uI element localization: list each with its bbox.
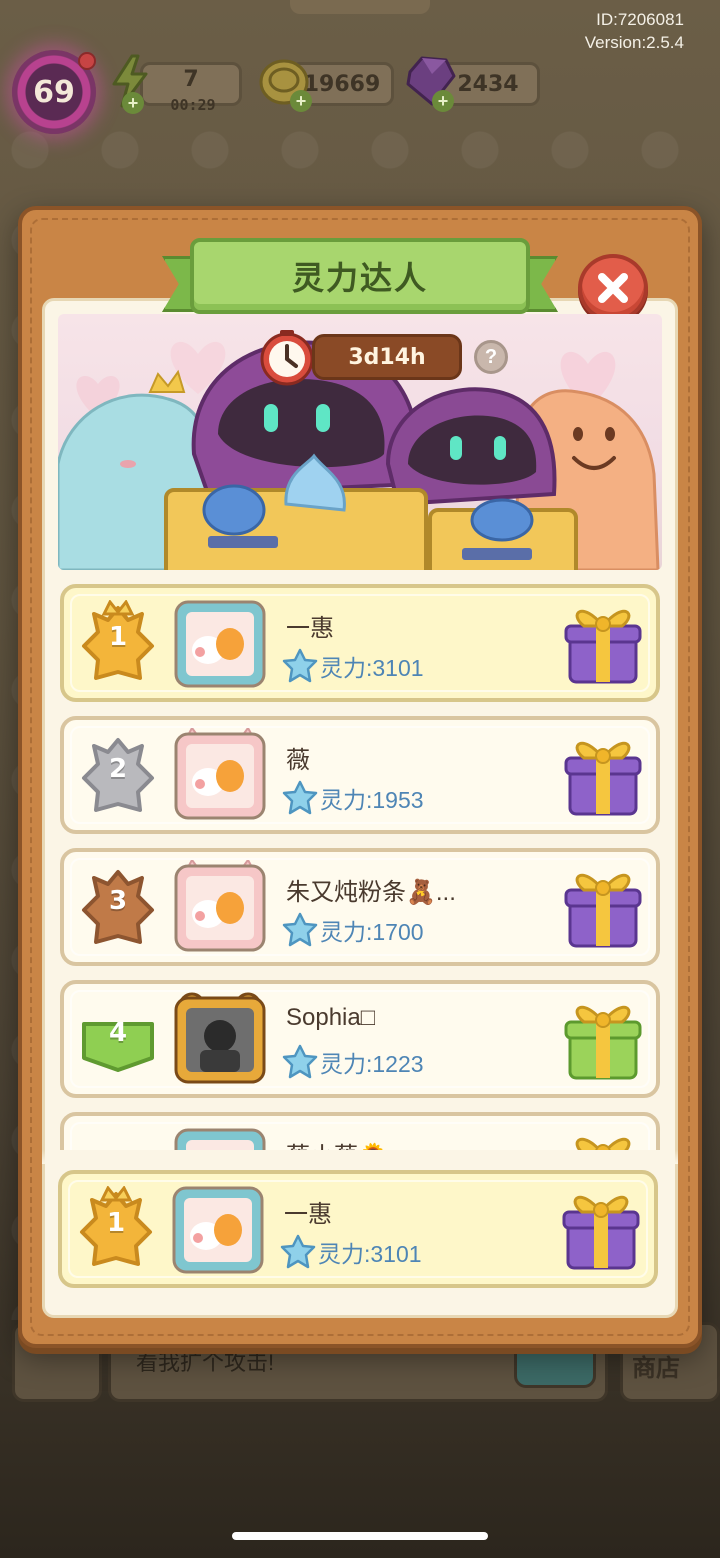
gem-value: 2434 bbox=[457, 71, 519, 97]
player-name: 薇 bbox=[286, 747, 310, 774]
build-info: ID:7206081 Version:2.5.4 bbox=[585, 8, 684, 54]
power-value: 灵力:1700 bbox=[320, 919, 424, 945]
close-icon bbox=[598, 273, 628, 303]
spirit-star-icon bbox=[282, 780, 318, 816]
spirit-star-icon bbox=[282, 1044, 318, 1080]
user-id-text: ID:7206081 bbox=[596, 10, 684, 29]
energy-timer: 00:29 bbox=[170, 96, 216, 114]
list-fade bbox=[42, 1150, 678, 1164]
reward-gift-icon[interactable] bbox=[560, 1182, 642, 1274]
power-score: 灵力:1700 bbox=[282, 912, 424, 948]
power-value: 灵力:3101 bbox=[320, 655, 424, 681]
spirit-star-icon bbox=[282, 648, 318, 684]
player-avatar[interactable] bbox=[172, 992, 268, 1088]
power-score: 灵力:3101 bbox=[280, 1234, 422, 1270]
power-score: 灵力:1223 bbox=[282, 1044, 424, 1080]
reward-gift-icon[interactable] bbox=[562, 992, 644, 1084]
reward-gift-icon[interactable] bbox=[562, 728, 644, 820]
power-value: 灵力:3101 bbox=[318, 1241, 422, 1267]
event-countdown: 3d14h bbox=[312, 334, 462, 380]
power-value: 灵力:1223 bbox=[320, 1051, 424, 1077]
add-coins-button[interactable]: + bbox=[290, 90, 312, 112]
add-gems-button[interactable]: + bbox=[432, 90, 454, 112]
clock-icon bbox=[258, 328, 316, 386]
bg-shop-label: 商店 bbox=[632, 1355, 680, 1382]
add-energy-button[interactable]: + bbox=[122, 92, 144, 114]
player-avatar[interactable] bbox=[172, 726, 268, 824]
reward-gift-icon[interactable] bbox=[562, 860, 644, 952]
player-name: Sophia□ bbox=[286, 1004, 376, 1031]
spirit-star-icon bbox=[280, 1234, 316, 1270]
reward-gift-icon[interactable] bbox=[562, 1124, 644, 1150]
rank-medal-icon bbox=[78, 1128, 158, 1150]
player-level: 69 bbox=[33, 74, 75, 110]
coin-value: 19669 bbox=[303, 71, 381, 97]
home-indicator[interactable] bbox=[232, 1532, 488, 1540]
player-avatar[interactable] bbox=[172, 1124, 268, 1150]
player-name: 一惠 bbox=[284, 1201, 332, 1228]
help-icon: ? bbox=[484, 345, 498, 368]
top-handle bbox=[290, 0, 430, 14]
modal-title: 灵力达人 bbox=[291, 260, 428, 296]
rank-number: 4 bbox=[108, 1018, 128, 1048]
spirit-star-icon bbox=[282, 912, 318, 948]
my-rank-entry: 1 一惠 灵力:3101 bbox=[58, 1170, 660, 1288]
player-avatar[interactable] bbox=[172, 596, 268, 692]
help-button[interactable]: ? bbox=[474, 340, 508, 374]
rank-number: 3 bbox=[108, 886, 128, 916]
notification-dot bbox=[78, 52, 96, 70]
rank-row[interactable]: 1 一惠 灵力:3101 bbox=[60, 584, 660, 702]
rank-row[interactable]: 1 一惠 灵力:3101 bbox=[58, 1170, 658, 1288]
energy-value: 7 bbox=[183, 66, 199, 92]
rank-number: 1 bbox=[108, 622, 128, 652]
rank-row[interactable]: 3 朱又炖粉条🧸... 灵力:1700 bbox=[60, 848, 660, 966]
player-name: 朱又炖粉条🧸... bbox=[286, 879, 456, 906]
close-button[interactable] bbox=[578, 254, 648, 322]
title-ribbon: 灵力达人 bbox=[190, 238, 530, 314]
player-name: 一惠 bbox=[286, 615, 334, 642]
ranking-list[interactable]: 1 一惠 灵力:3101 2 薇 灵力:1953 3 朱又炖粉条🧸... 灵力:… bbox=[58, 578, 662, 1150]
rank-number: 2 bbox=[108, 754, 128, 784]
player-name: 蔡小蔡🌻 bbox=[286, 1136, 388, 1150]
rank-row[interactable]: 4 Sophia□ 灵力:1223 bbox=[60, 980, 660, 1098]
rank-row[interactable]: 5 蔡小蔡🌻 bbox=[60, 1112, 660, 1150]
rank-row[interactable]: 2 薇 灵力:1953 bbox=[60, 716, 660, 834]
power-score: 灵力:1953 bbox=[282, 780, 424, 816]
bg-hint-text: 看我扩个攻击! bbox=[136, 1350, 275, 1375]
version-text: Version:2.5.4 bbox=[584, 33, 684, 52]
rank-number: 1 bbox=[106, 1208, 126, 1238]
power-score: 灵力:3101 bbox=[282, 648, 424, 684]
player-avatar[interactable] bbox=[172, 858, 268, 956]
power-value: 灵力:1953 bbox=[320, 787, 424, 813]
countdown-text: 3d14h bbox=[348, 344, 426, 370]
reward-gift-icon[interactable] bbox=[562, 596, 644, 688]
player-avatar[interactable] bbox=[170, 1182, 266, 1278]
